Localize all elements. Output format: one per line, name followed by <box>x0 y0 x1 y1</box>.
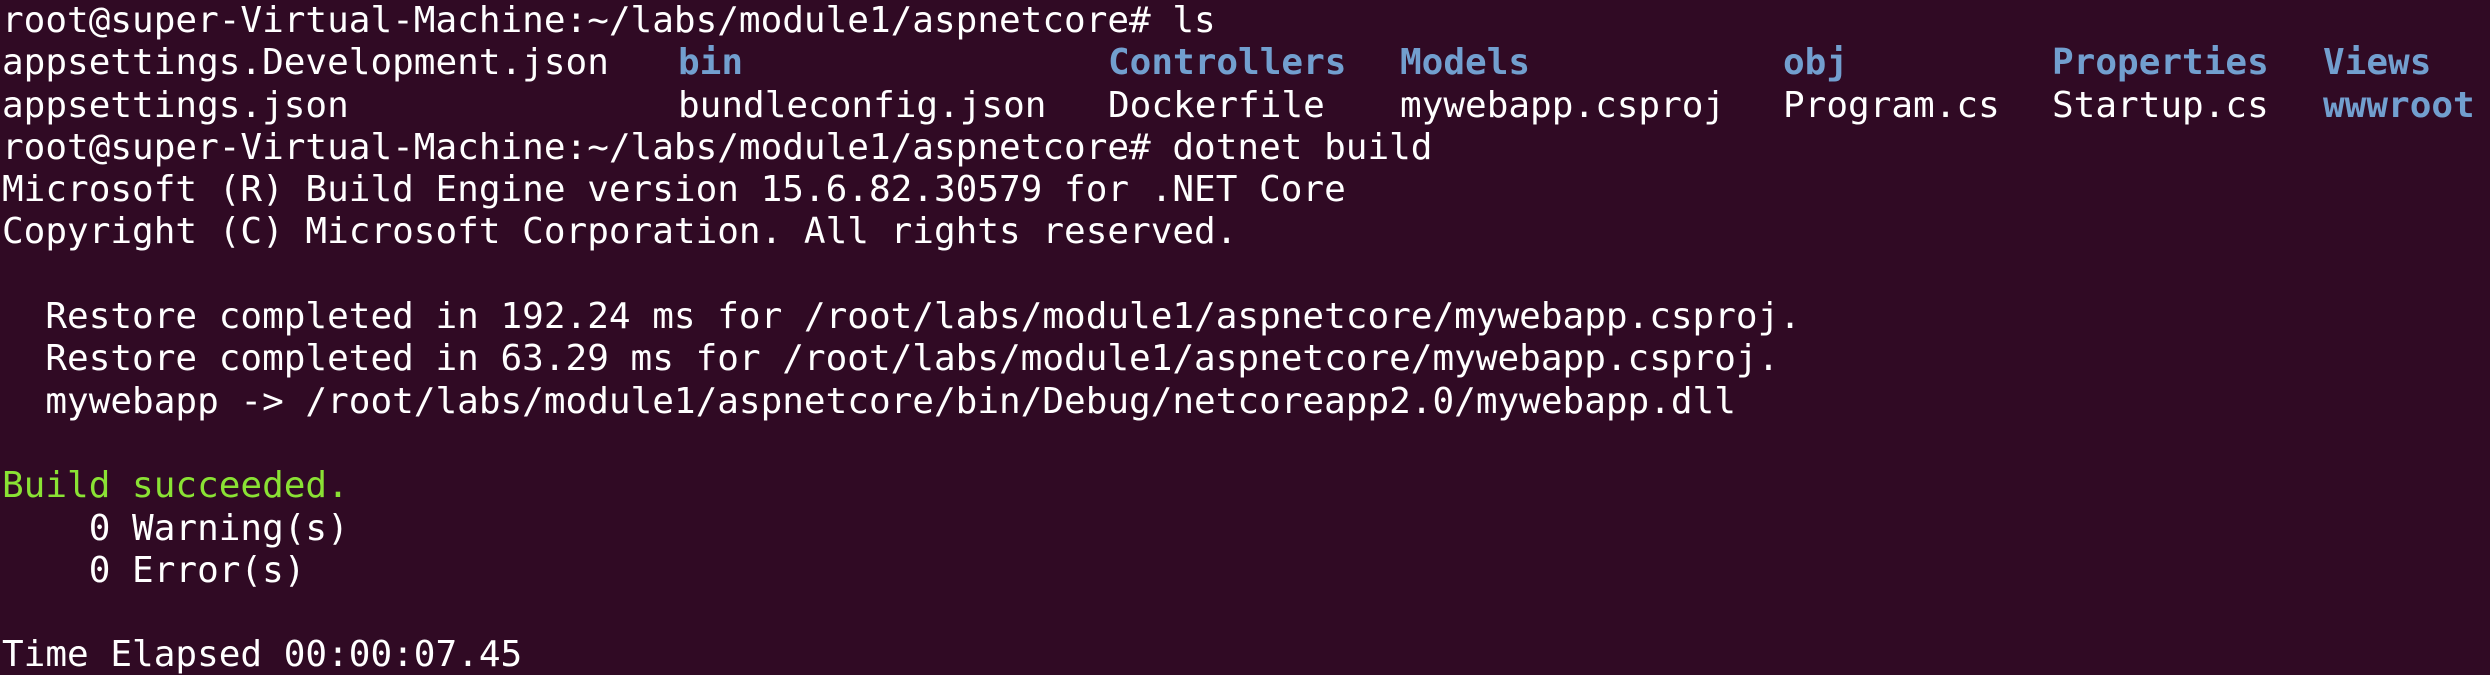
restore-line-1: Restore completed in 192.24 ms for /root… <box>2 296 1801 338</box>
copyright-line: Copyright (C) Microsoft Corporation. All… <box>2 211 1238 253</box>
ls-entry-bundleconfig: bundleconfig.json <box>678 84 1047 126</box>
ls-entry-controllers: Controllers <box>1108 42 1347 84</box>
ls-entry-dockerfile: Dockerfile <box>1108 84 1325 126</box>
ls-entry-csproj: mywebapp.csproj <box>1400 84 1726 126</box>
ls-entry-obj: obj <box>1783 42 1849 84</box>
terminal-window[interactable]: root@super-Virtual-Machine:~/labs/module… <box>0 0 2490 675</box>
ls-output-row-1: appsettings.Development.json bin Control… <box>2 42 2490 84</box>
restore-line-2: Restore completed in 63.29 ms for /root/… <box>2 338 1780 380</box>
ls-entry-appsettings: appsettings.json <box>2 84 349 126</box>
errors-count: 0 Error(s) <box>2 549 306 591</box>
prompt-ls: root@super-Virtual-Machine:~/labs/module… <box>2 0 1216 41</box>
ls-entry-program: Program.cs <box>1783 84 2000 126</box>
build-output-line: mywebapp -> /root/labs/module1/aspnetcor… <box>2 380 1736 422</box>
time-elapsed: Time Elapsed 00:00:07.45 <box>2 634 523 675</box>
build-succeeded: Build succeeded. <box>2 465 349 507</box>
warnings-count: 0 Warning(s) <box>2 507 349 549</box>
prompt-dotnet-build: root@super-Virtual-Machine:~/labs/module… <box>2 126 1433 168</box>
ls-entry-properties: Properties <box>2052 42 2269 84</box>
ls-entry-views: Views <box>2323 42 2432 84</box>
ls-entry-wwwroot: wwwroot <box>2323 84 2475 126</box>
ls-entry-models: Models <box>1400 42 1531 84</box>
ls-output-row-2: appsettings.json bundleconfig.json Docke… <box>2 85 2490 127</box>
ls-entry-bin: bin <box>678 42 744 84</box>
ls-entry-appsettings-development: appsettings.Development.json <box>2 42 609 84</box>
ls-entry-startup: Startup.cs <box>2052 84 2269 126</box>
build-engine-line: Microsoft (R) Build Engine version 15.6.… <box>2 169 1346 211</box>
